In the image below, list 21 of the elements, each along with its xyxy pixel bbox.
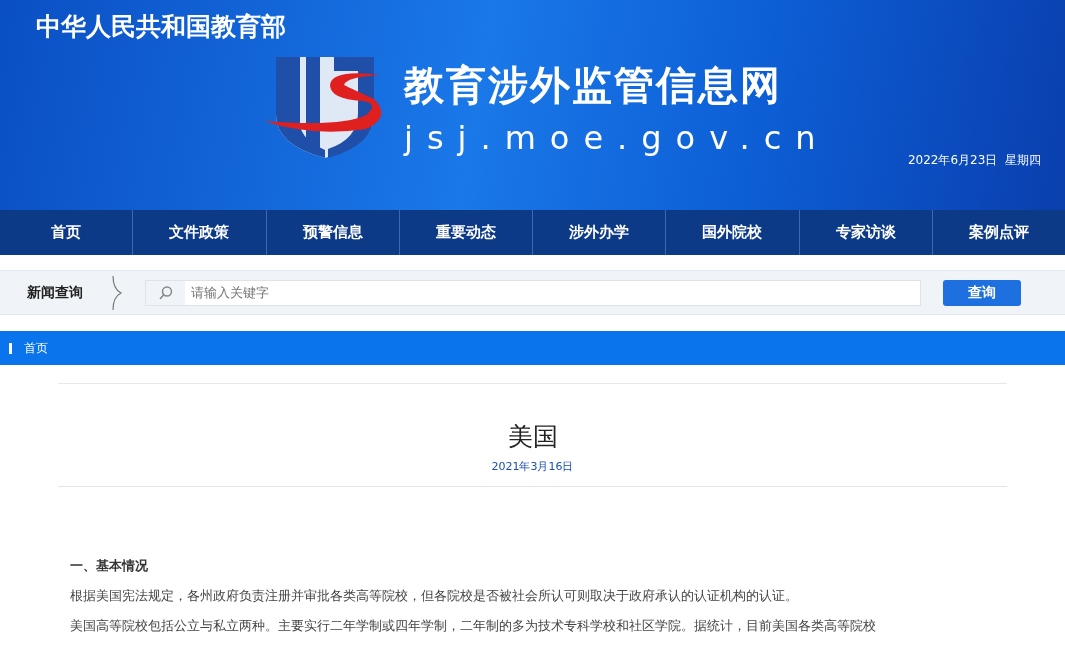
nav-item[interactable]: 专家访谈 [799,210,933,255]
site-url: jsj.moe.gov.cn [404,119,830,157]
site-title: 教育涉外监管信息网 [404,60,783,110]
article-title: 美国 [507,421,558,453]
paragraph: 根据美国宪法规定，各州政府负责注册并审批各类高等院校，但各院校是否被社会所认可则取决于政府承认的认证机构的认证。 [70,587,799,605]
nav-item[interactable]: 文件政策 [133,210,267,255]
paragraph: 美国高等院校包括公立与私立两种。主要实行二年学制或四年学制，二年制的多为技术专科学校和社区学院。据统计，目前美国各类高等院校 [70,617,877,635]
search-label: 新闻查询 [27,283,84,302]
article-date: 2021年3月16日 [491,459,574,474]
section-heading: 一、基本情况 [70,557,149,575]
nav-item[interactable]: 首页 [0,210,134,255]
nav-item[interactable]: 国外院校 [666,210,800,255]
ministry-name: 中华人民共和国教育部 [35,11,286,43]
nav-item[interactable]: 案例点评 [932,210,1065,255]
nav-item[interactable]: 涉外办学 [533,210,667,255]
breadcrumb-link[interactable]: 首页 [24,339,48,357]
search-button[interactable]: 查询 [943,279,1021,306]
chevron-icon [111,274,123,311]
current-date: 2022年6月23日 星期四 [907,152,1041,169]
nav-item[interactable]: 预警信息 [266,210,400,255]
nav-item[interactable]: 重要动态 [399,210,533,255]
